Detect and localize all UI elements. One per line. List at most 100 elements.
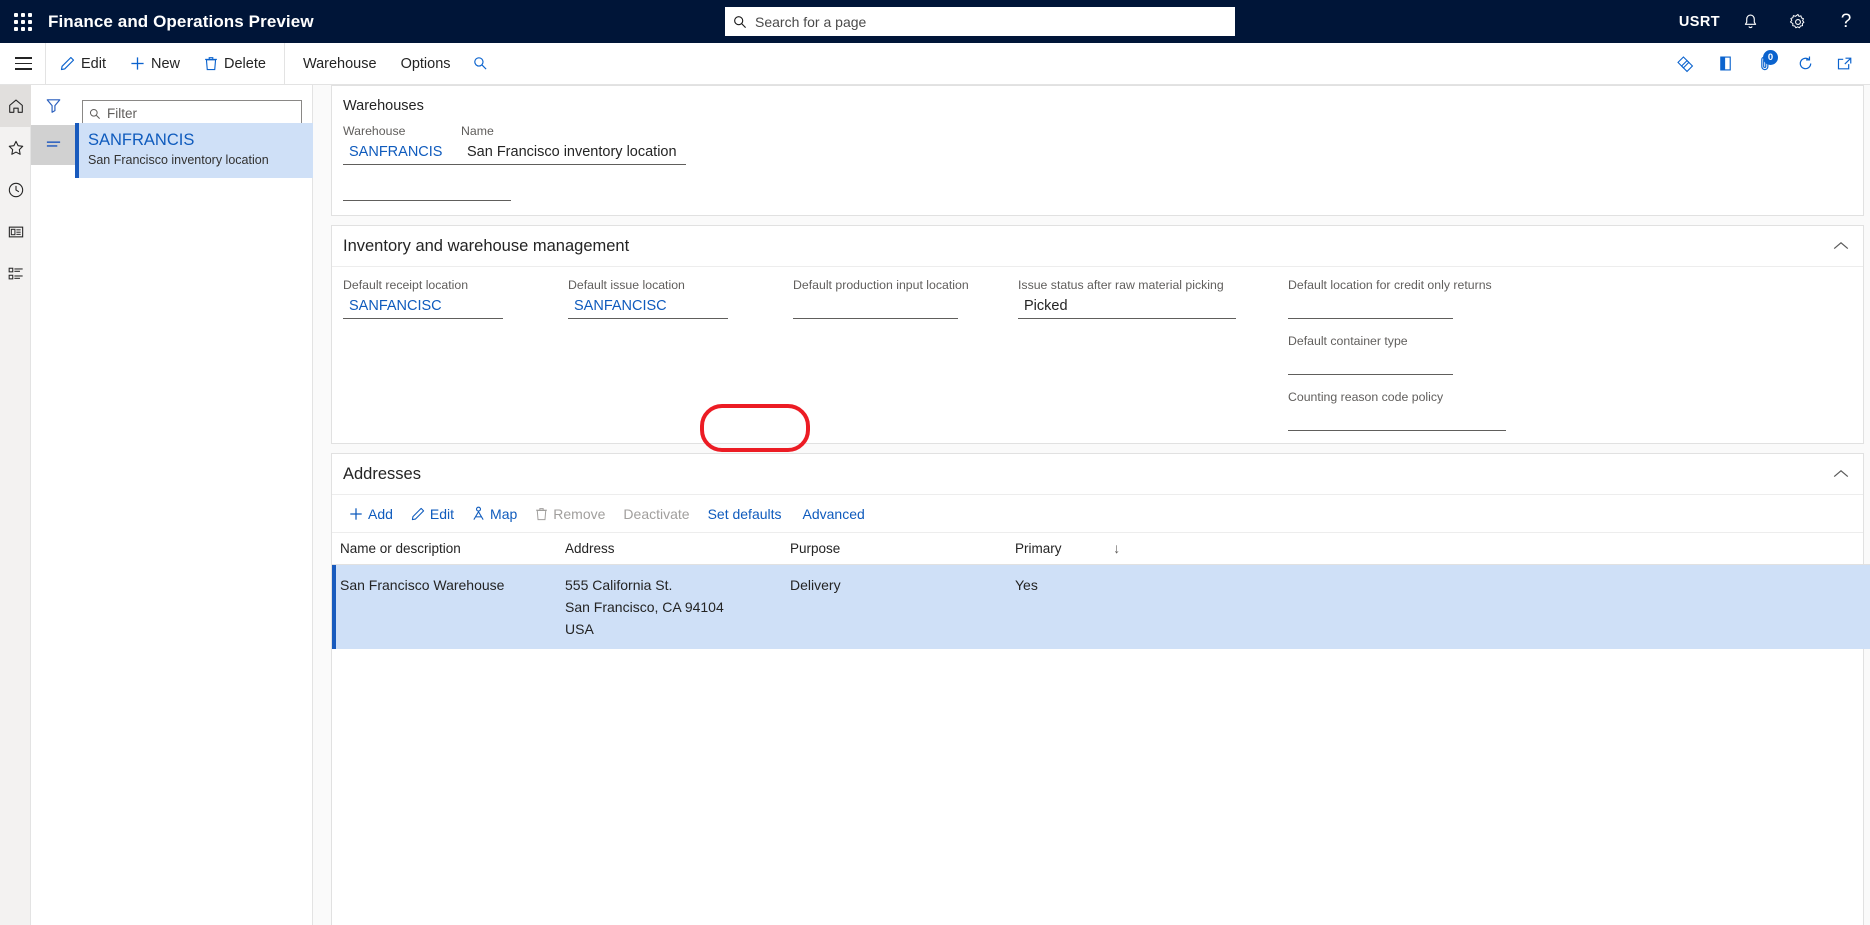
counting-reason-code-policy-label: Counting reason code policy (1288, 390, 1444, 404)
header-extra-field[interactable] (343, 179, 511, 201)
refresh-icon[interactable] (1786, 43, 1824, 84)
default-issue-location-value[interactable]: SANFANCISC (568, 297, 728, 319)
open-in-new-window-icon[interactable] (1826, 43, 1864, 84)
plus-icon (130, 56, 145, 71)
top-navigation-bar: Finance and Operations Preview USRT ? (0, 0, 1870, 43)
table-row[interactable]: San Francisco Warehouse 555 California S… (332, 564, 1870, 649)
bell-icon[interactable] (1726, 0, 1774, 43)
hamburger-icon[interactable] (3, 43, 43, 84)
add-button[interactable]: Add (340, 499, 402, 529)
issue-status-after-raw-material-picking-field: Issue status after raw material picking … (1018, 278, 1288, 319)
cell-name: San Francisco Warehouse (332, 564, 557, 649)
tab-warehouse-label: Warehouse (302, 55, 377, 72)
edit-address-button[interactable]: Edit (402, 499, 463, 529)
set-defaults-button[interactable]: Set defaults (699, 499, 791, 529)
counting-reason-code-policy-field: Counting reason code policy (1288, 390, 1548, 431)
list-item-subtitle: San Francisco inventory location (88, 153, 269, 167)
list-pane-rail (31, 85, 75, 925)
open-pane-icon[interactable] (1706, 43, 1744, 84)
counting-reason-code-policy-value[interactable] (1288, 409, 1506, 431)
addresses-section-header[interactable]: Addresses (332, 454, 1863, 495)
inventory-section-header[interactable]: Inventory and warehouse management (332, 226, 1863, 267)
inventory-column-3: Default production input location (793, 278, 1018, 431)
address-line-1: 555 California St. (565, 576, 673, 593)
deactivate-label: Deactivate (623, 505, 690, 522)
column-header-primary[interactable]: Primary ↓ (1007, 533, 1870, 565)
default-location-credit-only-returns-field: Default location for credit only returns (1288, 278, 1548, 319)
sidebar-item-home[interactable] (0, 85, 31, 127)
column-header-name[interactable]: Name or description (332, 533, 557, 565)
chevron-up-icon[interactable] (1833, 239, 1849, 254)
inventory-fields-grid: Default receipt location SANFANCISC Defa… (332, 267, 1863, 443)
column-header-purpose[interactable]: Purpose (782, 533, 1007, 565)
attachments-icon[interactable]: 0 (1746, 43, 1784, 84)
actionpane-search-button[interactable] (463, 43, 498, 84)
tab-warehouse[interactable]: Warehouse (291, 43, 389, 84)
new-button[interactable]: New (118, 43, 192, 84)
question-mark-icon[interactable]: ? (1822, 0, 1870, 43)
column-header-address[interactable]: Address (557, 533, 782, 565)
company-label[interactable]: USRT (1673, 0, 1726, 43)
waffle-grid-icon[interactable] (6, 0, 40, 43)
list-item[interactable]: SANFRANCIS San Francisco inventory locat… (75, 123, 313, 178)
warehouse-header-card: Warehouses Warehouse SANFRANCIS Name San… (331, 85, 1864, 216)
divider (45, 43, 46, 84)
edit-label: Edit (81, 55, 106, 72)
advanced-label: Advanced (802, 505, 865, 522)
addresses-section: Addresses Add Edit Map Remove Deactivate… (331, 453, 1870, 925)
default-receipt-location-field: Default receipt location SANFANCISC (343, 278, 568, 319)
filter-input[interactable] (107, 106, 301, 121)
inventory-column-2: Default issue location SANFANCISC (568, 278, 793, 431)
sidebar-item-modules[interactable] (0, 253, 31, 295)
tab-options-label: Options (400, 55, 451, 72)
sidebar-item-favorites[interactable] (0, 127, 31, 169)
default-location-credit-returns-value[interactable] (1288, 297, 1453, 319)
address-line-3: USA (565, 620, 594, 637)
page-title: Warehouses (343, 98, 424, 114)
list-lines-icon[interactable] (31, 125, 75, 165)
name-field-value[interactable]: San Francisco inventory location (461, 143, 686, 165)
tab-options[interactable]: Options (389, 43, 463, 84)
app-title: Finance and Operations Preview (48, 11, 314, 31)
sidebar-item-workspaces[interactable] (0, 211, 31, 253)
default-container-type-value[interactable] (1288, 353, 1453, 375)
default-production-input-location-value[interactable] (793, 297, 958, 319)
gear-icon[interactable] (1774, 0, 1822, 43)
add-label: Add (368, 505, 393, 522)
list-item-title: SANFRANCIS (88, 131, 195, 149)
map-button[interactable]: Map (463, 499, 526, 529)
search-icon (473, 56, 488, 71)
issue-status-value[interactable]: Picked (1018, 297, 1236, 319)
edit-button[interactable]: Edit (48, 43, 118, 84)
plus-icon (349, 507, 363, 521)
default-receipt-location-value[interactable]: SANFANCISC (343, 297, 503, 319)
action-pane: Edit New Delete Warehouse Options 0 (0, 43, 1870, 85)
default-container-type-label: Default container type (1288, 334, 1408, 348)
sidebar-item-recent[interactable] (0, 169, 31, 211)
addresses-table-empty-area (332, 648, 1863, 925)
column-header-primary-label: Primary (1015, 541, 1062, 557)
filter-funnel-icon[interactable] (31, 85, 75, 125)
remove-label: Remove (553, 505, 606, 522)
warehouse-field-value[interactable]: SANFRANCIS (343, 143, 461, 165)
personalize-icon[interactable] (1666, 43, 1704, 84)
navigation-rail (0, 85, 31, 925)
warehouse-field: Warehouse SANFRANCIS (343, 124, 461, 165)
search-input[interactable] (755, 8, 1235, 35)
chevron-up-icon[interactable] (1833, 467, 1849, 482)
name-field: Name San Francisco inventory location (461, 124, 686, 165)
default-receipt-location-label: Default receipt location (343, 278, 469, 292)
addresses-section-title: Addresses (343, 464, 421, 483)
sort-descending-icon[interactable]: ↓ (1113, 540, 1120, 556)
default-issue-location-label: Default issue location (568, 278, 685, 292)
default-production-input-location-label: Default production input location (793, 278, 969, 292)
delete-button[interactable]: Delete (192, 43, 278, 84)
advanced-button[interactable]: Advanced (791, 499, 874, 529)
issue-status-label: Issue status after raw material picking (1018, 278, 1224, 292)
default-production-input-location-field: Default production input location (793, 278, 1018, 319)
global-search[interactable] (725, 7, 1235, 36)
pencil-icon (411, 507, 425, 521)
table-header-row: Name or description Address Purpose Prim… (332, 533, 1870, 565)
addresses-table: Name or description Address Purpose Prim… (332, 533, 1870, 649)
attachment-count-badge: 0 (1763, 50, 1778, 65)
